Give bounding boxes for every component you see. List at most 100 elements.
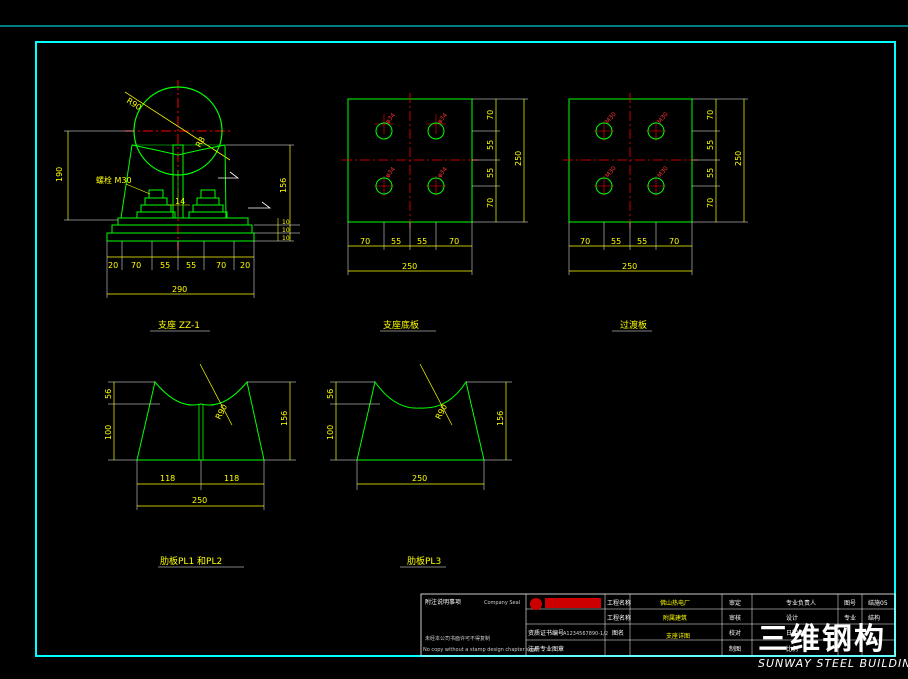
dim-side-4: 70 [706,198,715,208]
dim-bottom-1: 118 [160,474,175,483]
base-plate-bottom [106,232,255,242]
tb-r2-c2: 附属建筑 [663,614,687,622]
dim-top-total: 250 [402,262,417,271]
dim-top-2: 55 [391,237,401,246]
dim-top: 56 [104,389,113,399]
tb-r3-c2: A1234567890-1/2 [563,631,608,637]
tb-r4-c5: 制图 [729,645,741,653]
view4-title: 肋板PL1 和PL2 [160,555,222,567]
hole-label: φ34 [436,166,449,180]
tb-r1-c1: 工程名称 [607,599,631,607]
hole-label: φ34 [436,112,449,126]
dim-small-2: 10 [282,227,290,234]
tb-r3-c1: 资质证书编号 [528,629,564,637]
dim-side-3: 55 [486,168,495,178]
dim-side-total: 250 [514,151,523,166]
tb-r2-c3: 审核 [729,614,741,622]
rib-outline [356,380,485,461]
tb-seal-label: Company Seal [484,600,520,606]
tb-r4-c1: 注册专业图章 [528,645,564,653]
bolt-left [136,189,176,219]
dim-b6: 20 [240,261,250,270]
hole-label: M30 [604,165,618,179]
dim-top-3: 55 [637,237,647,246]
dim-top-1: 70 [360,237,370,246]
radius-inner-label: R8 [194,135,207,149]
tb-r1-c4: 专业负责人 [786,599,816,607]
view1-title: 支座 ZZ-1 [158,319,200,331]
view-transition-plate: M30 M30 M30 M30 70 55 55 70 250 70 55 55… [563,93,748,332]
dim-top-4: 70 [669,237,679,246]
dim-side-2: 55 [706,140,715,150]
tb-r1-c5: 图号 [844,600,856,607]
rib-outline [136,380,265,461]
view-rib-pl3: R90 56 100 156 250 肋板PL3 [326,363,512,568]
view2-title: 支座底板 [383,319,419,331]
hole-label: φ34 [384,112,397,126]
tb-r2-c6: 结构 [868,614,880,622]
dim-small-1: 10 [282,219,290,226]
dim-top-4: 70 [449,237,459,246]
dim-top-1: 70 [580,237,590,246]
rib-radius-label: R90 [434,403,449,421]
tb-r1-c3: 审定 [729,599,741,607]
tb-r3-c5: 校对 [729,629,741,637]
tb-notes-label: 附注说明事项 [425,598,461,606]
tb-r3-c4: 支座详图 [666,632,690,640]
hole-label: M30 [604,111,618,125]
dim-b1: 20 [108,261,118,270]
tb-r2-c5: 专业 [844,614,856,622]
dim-bottom-total: 250 [412,474,427,483]
radius-label: R90 [125,96,143,112]
view-base-plate: φ34 φ34 φ34 φ34 70 55 55 70 250 70 55 55… [342,93,528,332]
dim-height-right: 156 [279,178,288,193]
dim-side-3: 55 [706,168,715,178]
bolt-label: 螺栓 M30 [96,175,132,185]
web-dim: 14 [175,197,185,206]
dim-left: 100 [104,425,113,440]
view3-title: 过渡板 [620,319,647,331]
watermark-en: SUNWAY STEEL BUILDING [758,657,908,670]
tb-r2-c4: 设计 [786,614,798,622]
tb-note-en: No copy without a stamp design chapter s… [423,647,536,653]
tb-note-cn: 未经本公司书面许可不得复制 [425,635,490,642]
view-rib-pl1-pl2: R90 56 100 156 118 118 250 肋板PL1 和PL2 [104,363,296,568]
watermark: 三维钢构 SUNWAY STEEL BUILDING [758,622,908,670]
dim-b3: 55 [160,261,170,270]
dim-top-total: 250 [622,262,637,271]
dim-top: 56 [326,389,335,399]
dim-side-1: 70 [706,110,715,120]
view-support-zz1: R90 R8 螺栓 M30 14 190 156 10 10 10 20 70 … [55,80,300,332]
hole-label: M30 [656,165,670,179]
dim-side-1: 70 [486,110,495,120]
dim-height-left: 190 [55,167,64,182]
view5-title: 肋板PL3 [407,555,441,567]
tb-r3-c3: 图名 [612,629,624,637]
tb-r1-c2: 佛山热电厂 [660,599,690,607]
dim-left: 100 [326,425,335,440]
dim-b2: 70 [131,261,141,270]
dim-right: 156 [280,411,289,426]
dim-right: 156 [496,411,505,426]
dim-side-total: 250 [734,151,743,166]
transition-plate-outline [568,98,693,223]
bolt-right [188,189,228,219]
hole-label: φ34 [384,166,397,180]
dim-side-2: 55 [486,140,495,150]
tb-r2-c1: 工程名称 [607,614,631,622]
tb-r1-c6: 结施05 [868,599,888,607]
cad-drawing: R90 R8 螺栓 M30 14 190 156 10 10 10 20 70 … [0,25,908,670]
dim-side-4: 70 [486,198,495,208]
rib-radius-label: R90 [214,403,229,421]
dim-bottom-total: 290 [172,285,187,294]
dim-b5: 70 [216,261,226,270]
dim-bottom-2: 118 [224,474,239,483]
watermark-cn: 三维钢构 [758,622,886,657]
dim-top-3: 55 [417,237,427,246]
base-plate-top [117,217,249,226]
dim-small-3: 10 [282,235,290,242]
hole-label: M30 [656,111,670,125]
dim-bottom-total: 250 [192,496,207,505]
dim-top-2: 55 [611,237,621,246]
dim-b4: 55 [186,261,196,270]
